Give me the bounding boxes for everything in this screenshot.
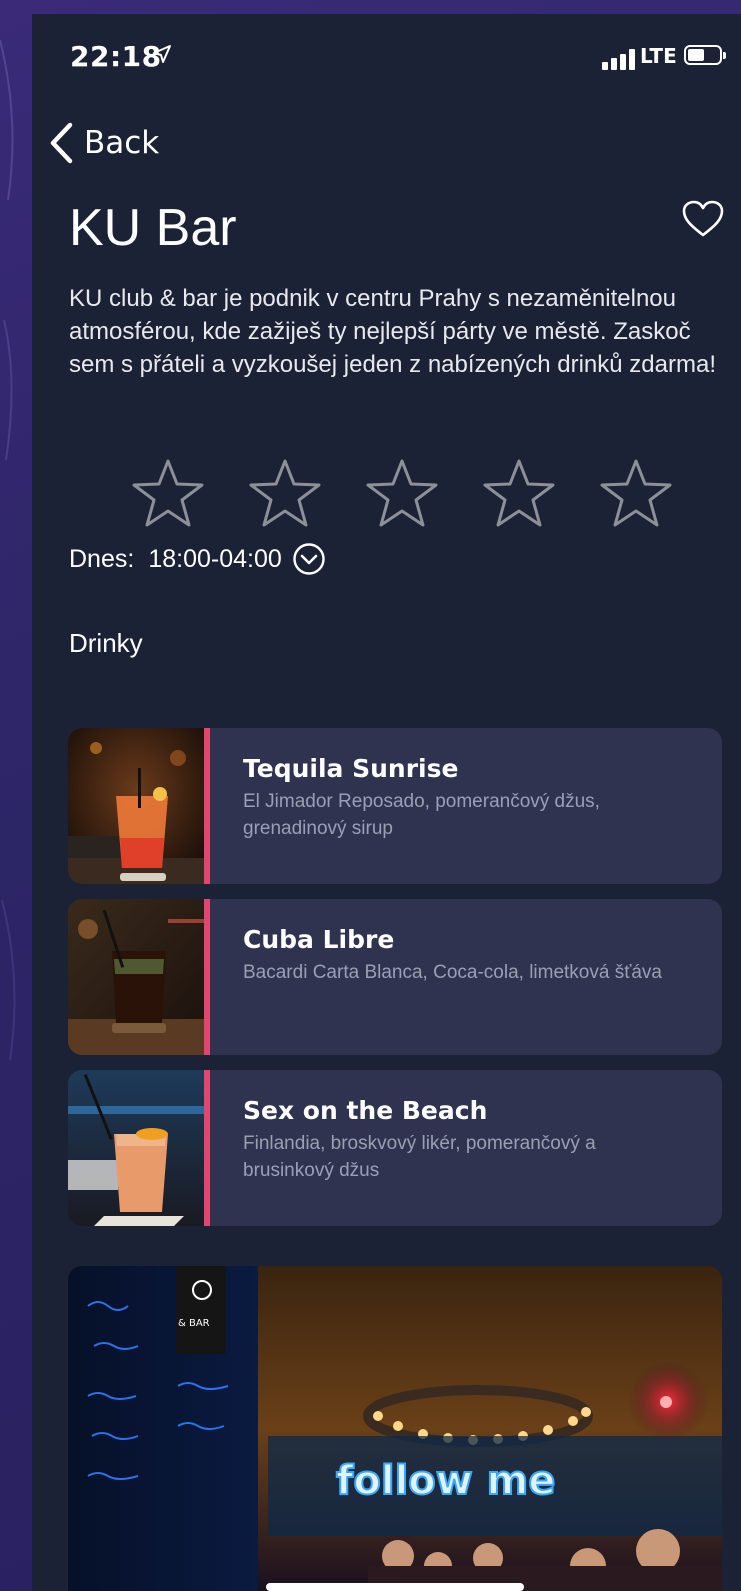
drink-photo — [68, 728, 204, 884]
drink-photo — [68, 1070, 204, 1226]
status-time: 22:18 — [70, 40, 162, 73]
drink-photo — [68, 899, 204, 1055]
back-label: Back — [84, 125, 160, 161]
chevron-down-circle-icon[interactable] — [292, 542, 326, 576]
rating-stars — [132, 458, 672, 528]
star-icon[interactable] — [249, 458, 321, 528]
opening-hours: Dnes: 18:00-04:00 — [69, 542, 326, 576]
star-icon[interactable] — [132, 458, 204, 528]
home-indicator[interactable] — [266, 1583, 524, 1591]
location-arrow-icon — [153, 45, 171, 63]
drink-ingredients: El Jimador Reposado, pomerančový džus, g… — [243, 791, 600, 839]
drink-ingredients: Bacardi Carta Blanca, Coca-cola, limetko… — [243, 962, 662, 983]
back-button[interactable]: Back — [48, 118, 159, 168]
neon-sign: follow me — [336, 1458, 555, 1504]
venue-description: KU club & bar je podnik v centru Prahy s… — [69, 285, 716, 378]
venue-title: KU Bar — [69, 199, 237, 257]
accent-bar — [204, 1070, 210, 1226]
signal-icon — [602, 48, 638, 70]
venue-photo[interactable]: & BAR follow me — [68, 1266, 722, 1591]
drink-ingredients: Finlandia, broskvový likér, pomerančový … — [243, 1133, 596, 1181]
drink-name: Tequila Sunrise — [243, 754, 459, 783]
battery-icon — [684, 45, 726, 65]
hours-value: 18:00-04:00 — [148, 544, 282, 573]
heart-icon[interactable] — [682, 200, 724, 238]
status-bar: 22:18 LTE — [32, 14, 741, 94]
drink-card[interactable]: Cuba Libre Bacardi Carta Blanca, Coca-co… — [68, 899, 722, 1055]
star-icon[interactable] — [483, 458, 555, 528]
accent-bar — [204, 899, 210, 1055]
star-icon[interactable] — [600, 458, 672, 528]
sign-text: & BAR — [178, 1318, 210, 1329]
network-type: LTE — [640, 44, 677, 68]
accent-bar — [204, 728, 210, 884]
drinks-section-title: Drinky — [69, 628, 143, 658]
drink-card[interactable]: Tequila Sunrise El Jimador Reposado, pom… — [68, 728, 722, 884]
star-icon[interactable] — [366, 458, 438, 528]
chevron-left-icon — [50, 122, 73, 164]
drink-name: Sex on the Beach — [243, 1096, 488, 1125]
bar-interior-image: & BAR follow me — [68, 1266, 722, 1591]
drink-name: Cuba Libre — [243, 925, 395, 954]
hours-label: Dnes: — [69, 544, 135, 573]
phone-screen: 22:18 LTE Back KU Bar KU club & bar je p… — [32, 14, 741, 1591]
drink-card[interactable]: Sex on the Beach Finlandia, broskvový li… — [68, 1070, 722, 1226]
